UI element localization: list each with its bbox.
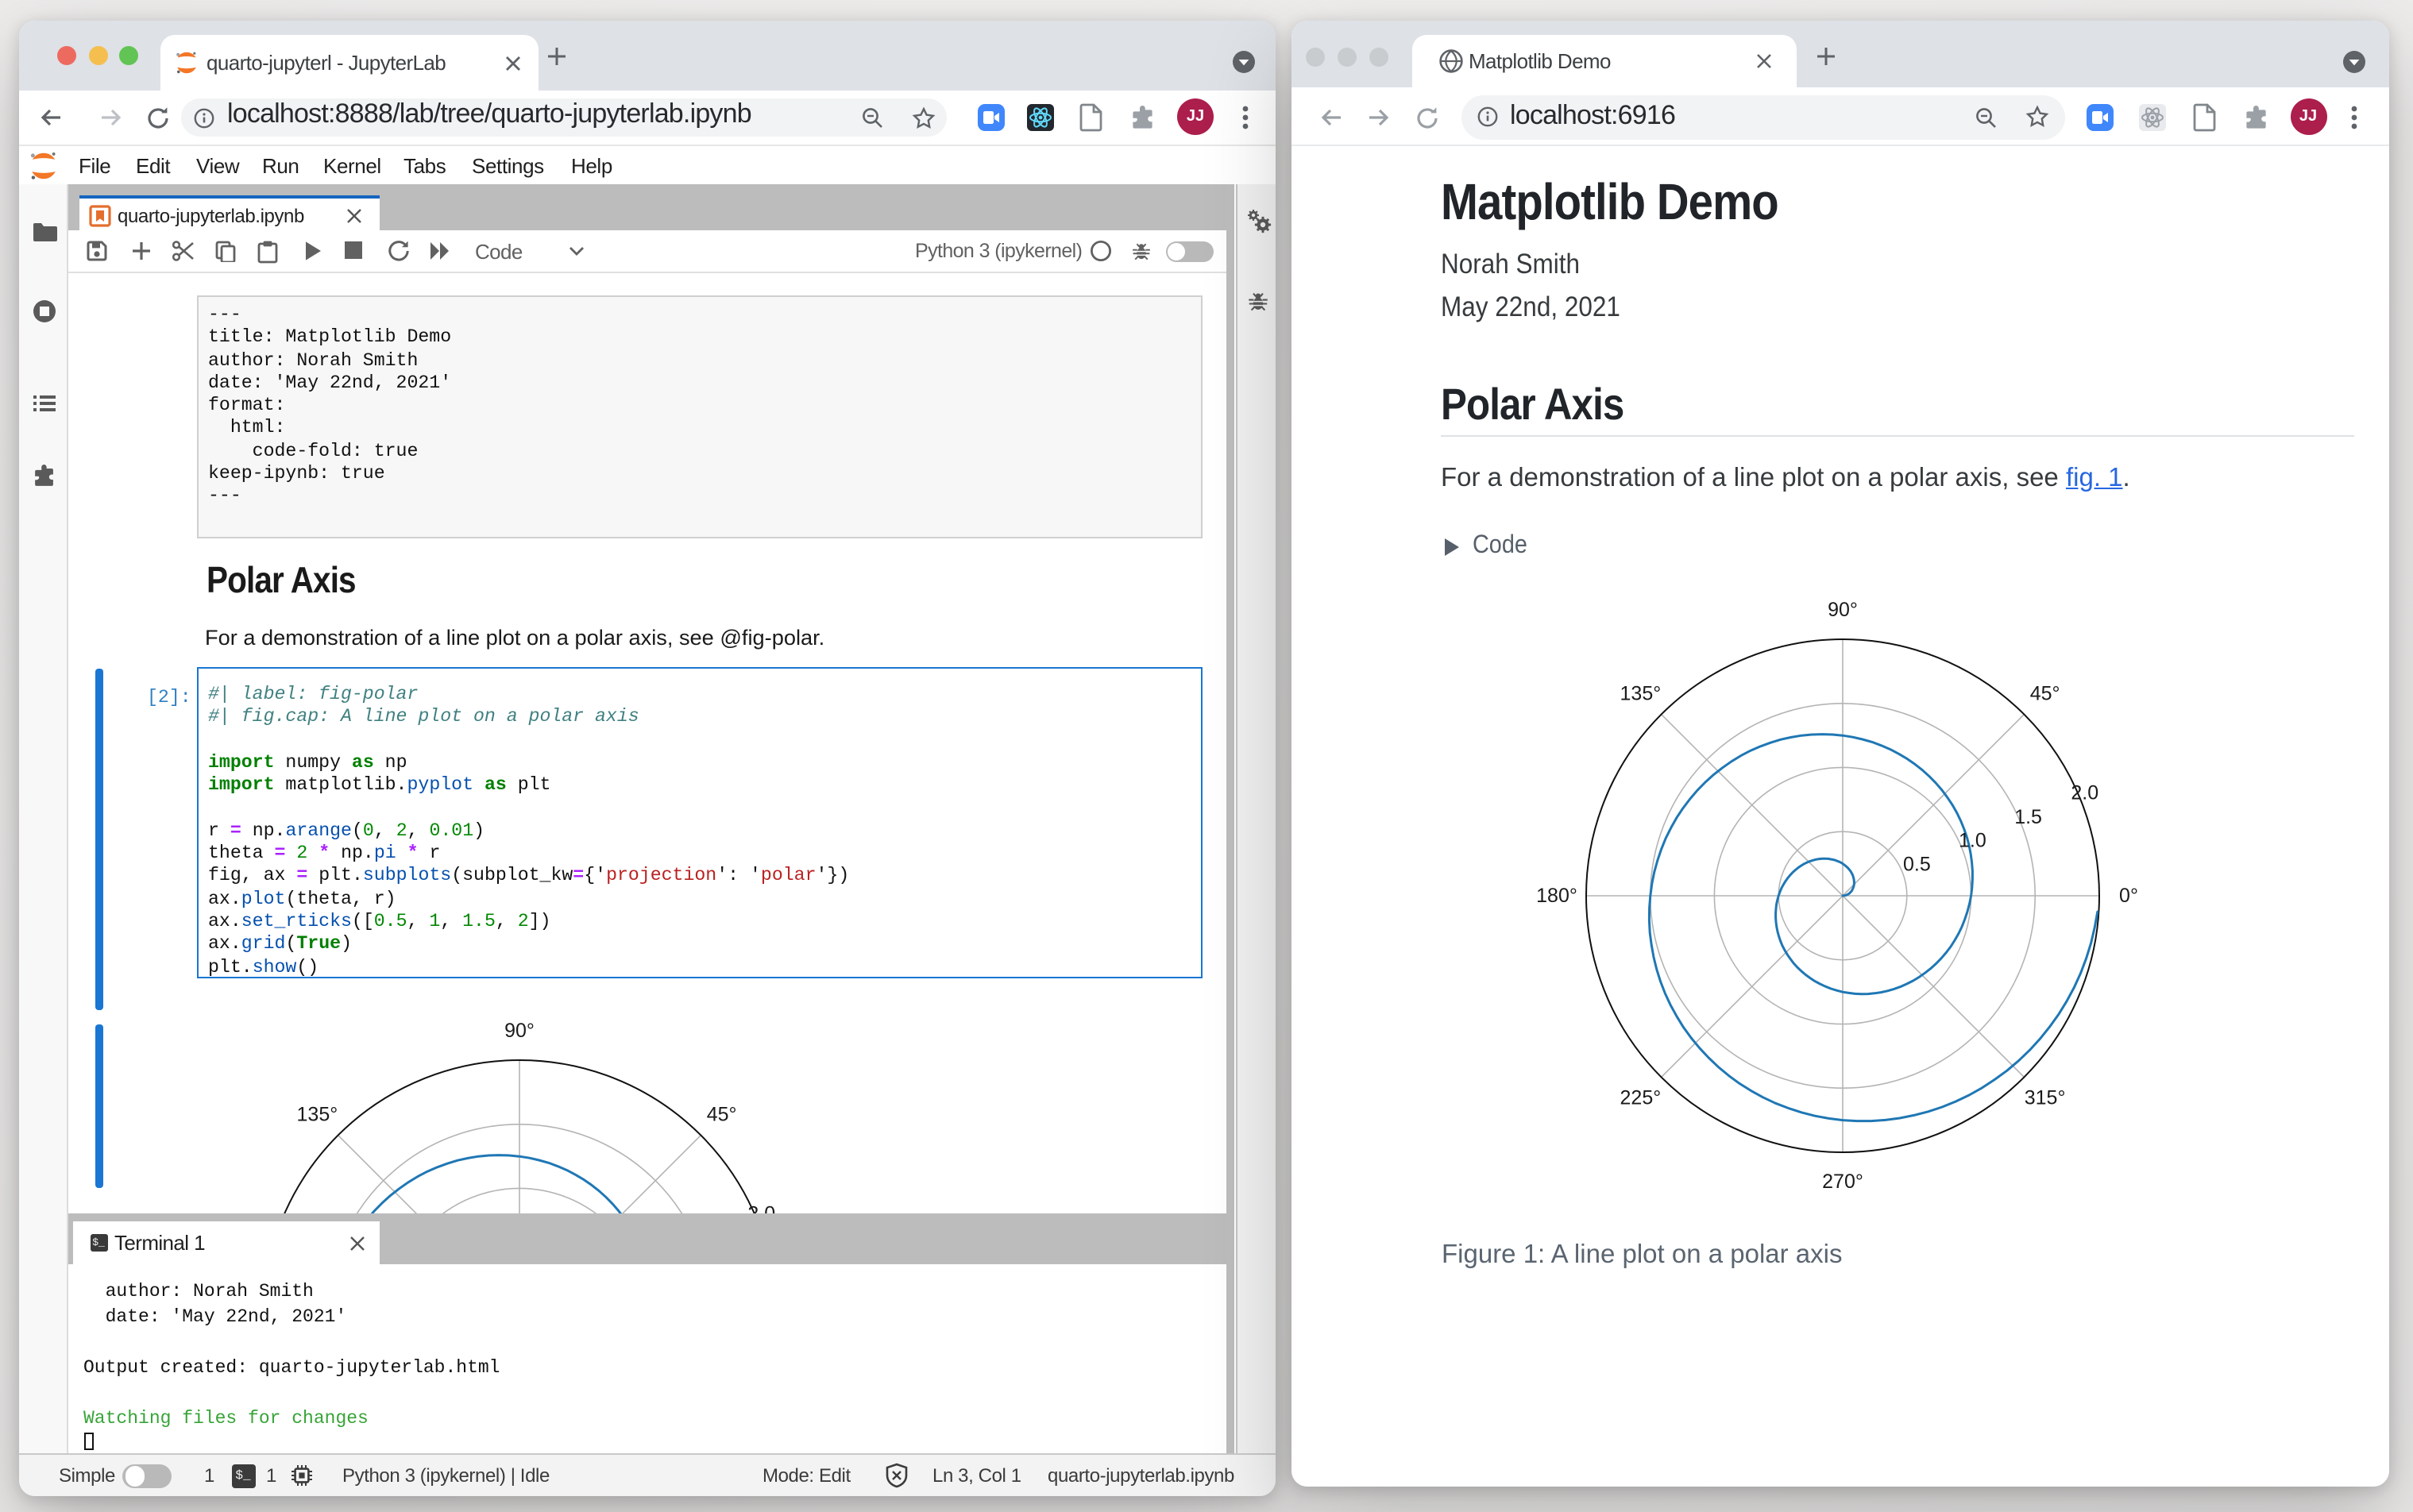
svg-text:2.0: 2.0 [747,1202,775,1213]
svg-text:1.5: 1.5 [2014,805,2042,827]
svg-text:45°: 45° [2030,681,2060,704]
svg-text:1.0: 1.0 [1959,829,1986,851]
svg-text:2.0: 2.0 [2071,781,2098,804]
svg-text:90°: 90° [1828,598,1858,620]
svg-text:0°: 0° [2119,884,2138,906]
svg-text:135°: 135° [297,1102,338,1124]
svg-text:315°: 315° [2025,1086,2066,1109]
svg-text:45°: 45° [707,1102,737,1124]
svg-text:180°: 180° [1536,884,1577,906]
svg-text:0.5: 0.5 [1903,852,1931,874]
svg-text:270°: 270° [1822,1170,1863,1192]
svg-text:225°: 225° [1620,1086,1662,1109]
svg-text:90°: 90° [504,1019,535,1041]
svg-text:135°: 135° [1620,681,1662,704]
